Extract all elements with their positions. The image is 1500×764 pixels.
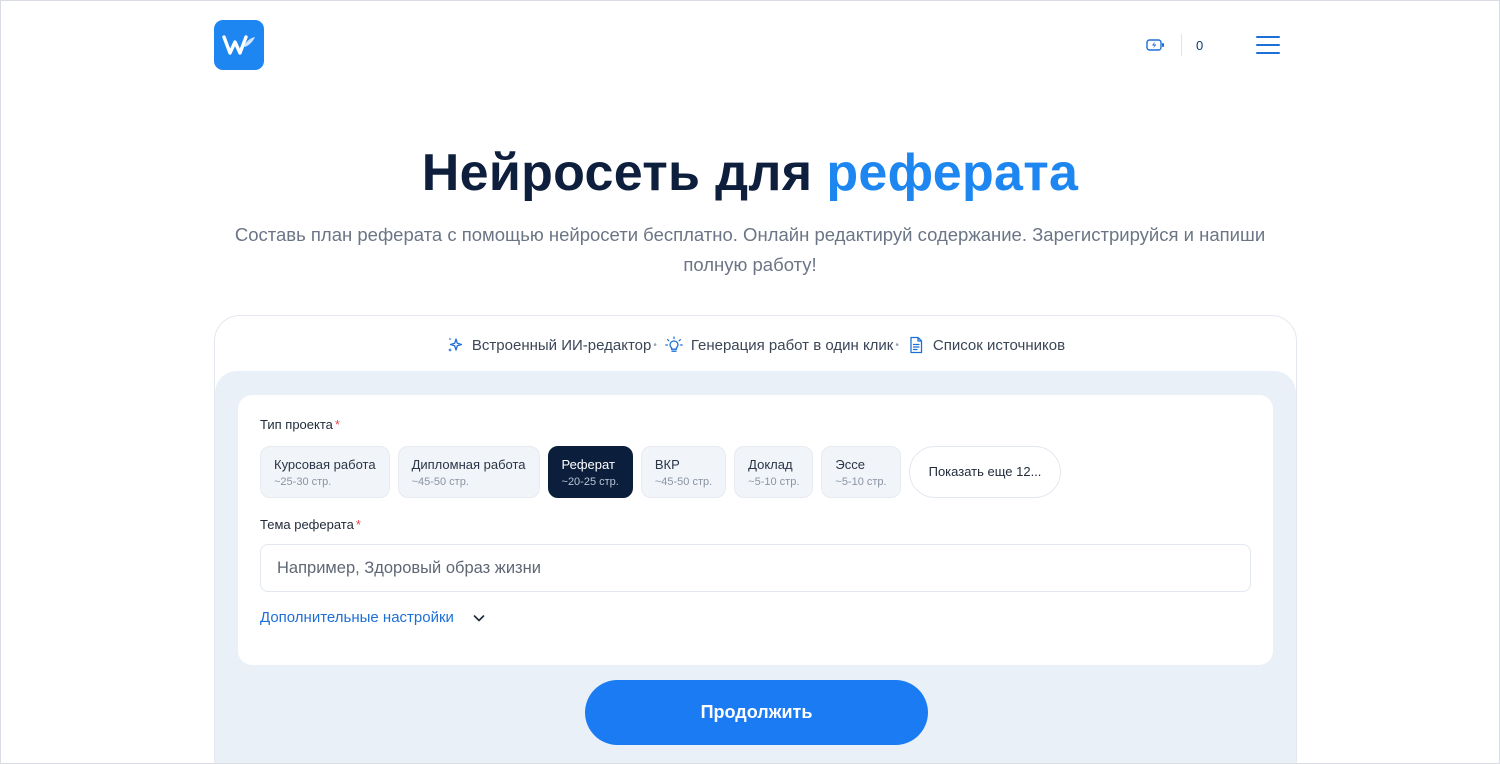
chip-pages: ~45-50 стр. [411,476,469,488]
w-logo-icon [222,35,255,55]
chip-vkr[interactable]: ВКР ~45-50 стр. [640,446,727,498]
chip-pages: ~5-10 стр. [748,476,800,488]
battery-charging-icon[interactable] [1145,38,1167,52]
page-subtitle: Составь план реферата с помощью нейросет… [234,224,1266,275]
header-divider [1181,34,1182,56]
header-actions: 0 [1145,31,1280,59]
feature-label: Генерация работ в один клик [690,336,894,354]
topic-label-text: Тема реферата [260,517,354,532]
chip-diploma[interactable]: Дипломная работа ~45-50 стр. [397,446,540,498]
feature-ai-editor: Встроенный ИИ-редактор • [446,336,665,354]
show-more-label: Показать еще 12... [928,464,1042,479]
sparkles-icon [446,336,464,354]
required-mark: * [355,517,361,532]
page-title-accent: реферата [826,144,1079,202]
page-frame: 0 Нейросеть для реферата Составь план реф… [0,0,1500,764]
chip-title: ВКР [654,457,680,472]
form-panel: Тип проекта * Курсовая работа ~25-30 стр.… [215,371,1296,763]
chip-pages: ~5-10 стр. [835,476,887,488]
topic-label: Тема реферата * [260,517,361,532]
chip-pages: ~20-25 стр. [561,476,619,488]
chip-title: Курсовая работа [274,457,376,472]
chip-title: Дипломная работа [411,457,526,472]
features-row: Встроенный ИИ-редактор • Генерация работ… [215,334,1296,356]
feature-sources: Список источников [907,336,1065,354]
topic-input[interactable] [260,544,1251,592]
chip-title: Доклад [748,457,793,472]
lightbulb-icon [665,336,683,354]
logo[interactable] [214,20,264,70]
advanced-settings-toggle[interactable]: Дополнительные настройки [260,609,486,626]
chip-coursework[interactable]: Курсовая работа ~25-30 стр. [260,446,390,498]
continue-button[interactable]: Продолжить [585,680,928,745]
chevron-down-icon [472,611,486,625]
page-title: Нейросеть для реферата [1,143,1499,203]
chip-essay[interactable]: Эссе ~5-10 стр. [821,446,901,498]
feature-one-click: Генерация работ в один клик • [665,336,907,354]
chip-report[interactable]: Доклад ~5-10 стр. [734,446,814,498]
generator-card: Встроенный ИИ-редактор • Генерация работ… [214,315,1297,763]
feature-label: Список источников [932,336,1066,354]
project-type-label-text: Тип проекта [260,417,333,432]
project-type-chips: Курсовая работа ~25-30 стр. Дипломная ра… [260,446,1069,498]
feature-label: Встроенный ИИ-редактор [471,336,652,354]
chip-pages: ~45-50 стр. [654,476,713,488]
required-mark: * [334,417,340,432]
project-type-label: Тип проекта * [260,417,340,432]
advanced-settings-label: Дополнительные настройки [260,609,454,626]
feature-separator: • [653,339,657,351]
document-icon [907,336,925,354]
chip-essay-referat[interactable]: Реферат ~20-25 стр. [547,446,633,498]
feature-separator: • [895,339,899,351]
hamburger-menu-icon[interactable] [1256,36,1280,54]
page-title-main: Нейросеть для [421,144,813,202]
chip-title: Реферат [561,457,615,472]
chip-title: Эссе [835,457,865,472]
form-box: Тип проекта * Курсовая работа ~25-30 стр.… [238,395,1273,665]
credits-count: 0 [1196,37,1204,53]
chip-pages: ~25-30 стр. [274,476,332,488]
show-more-button[interactable]: Показать еще 12... [908,446,1062,498]
